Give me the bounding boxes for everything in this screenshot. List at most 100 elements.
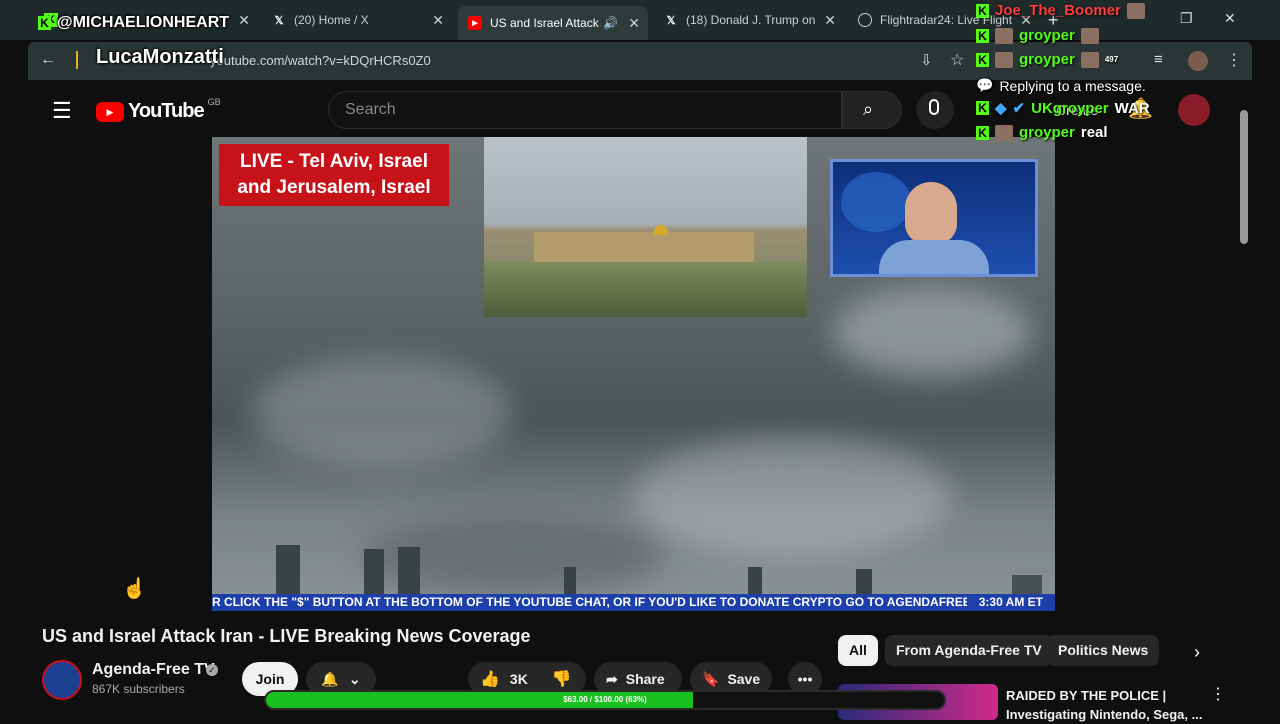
chevron-right-icon[interactable]: › bbox=[1194, 642, 1200, 663]
youtube-icon: ▶ bbox=[468, 16, 482, 30]
kick-logo-icon: K bbox=[38, 16, 51, 30]
old-city-wall bbox=[534, 232, 754, 262]
back-icon[interactable]: ← bbox=[40, 51, 56, 69]
save-label: Save bbox=[727, 671, 761, 687]
like-icon[interactable]: 👍 bbox=[480, 669, 500, 689]
channel-avatar[interactable] bbox=[42, 660, 82, 700]
overlay-handle-text: @MICHAELIONHEART bbox=[57, 14, 230, 31]
emote-count: 497 bbox=[1104, 55, 1119, 64]
emote-icon bbox=[1126, 2, 1145, 19]
hillside-trees bbox=[484, 262, 807, 317]
building-silhouette bbox=[856, 569, 872, 595]
kick-badge-icon: K bbox=[976, 52, 989, 67]
donation-goal-text: $63.00 / $100.00 (63%) bbox=[563, 695, 647, 704]
share-icon: ➦ bbox=[606, 670, 618, 687]
chat-text: WAR bbox=[1114, 99, 1150, 117]
tab-label: US and Israel Attack bbox=[490, 16, 599, 30]
building-silhouette bbox=[276, 545, 300, 595]
chat-message: K groyper real bbox=[976, 124, 1108, 141]
recommended-title[interactable]: RAIDED BY THE POLICE | Investigating Nin… bbox=[1006, 686, 1206, 724]
search-icon: ⌕ bbox=[863, 99, 874, 119]
browser-tab-x-home[interactable]: 𝕏 (20) Home / X ✕ bbox=[262, 6, 452, 34]
donation-goal-bar: $63.00 / $100.00 (63%) bbox=[264, 690, 946, 710]
user-badge-icon bbox=[995, 124, 1013, 141]
channel-name[interactable]: Agenda-Free TV bbox=[92, 661, 215, 679]
speaker-icon[interactable]: 🔊 bbox=[603, 16, 618, 30]
media-control-icon[interactable]: ≡ bbox=[1154, 51, 1163, 68]
chat-username: UKgroyper bbox=[1031, 99, 1109, 117]
chat-message: K Joe_The_Boomer bbox=[976, 2, 1145, 19]
overlay-handle: K @MICHAELIONHEART bbox=[38, 14, 229, 32]
bookmark-star-icon[interactable]: ☆ bbox=[950, 50, 964, 70]
hamburger-menu-icon[interactable]: ☰ bbox=[52, 98, 72, 124]
install-app-icon[interactable]: ⇩ bbox=[920, 51, 933, 69]
kick-badge-icon: K bbox=[976, 3, 989, 18]
region-code: GB bbox=[207, 96, 221, 107]
more-horizontal-icon: ••• bbox=[797, 671, 813, 687]
kick-badge-icon: K bbox=[976, 28, 989, 43]
like-count[interactable]: 3K bbox=[510, 671, 528, 687]
chip-all[interactable]: All bbox=[838, 635, 878, 666]
tab-label: (18) Donald J. Trump on bbox=[686, 13, 816, 27]
menu-kebab-icon[interactable]: ⋮ bbox=[1226, 50, 1242, 70]
profile-avatar[interactable] bbox=[1188, 51, 1208, 71]
verified-icon: ✓ bbox=[206, 664, 218, 676]
chat-message: K ◆ ✔ UKgroyper WAR bbox=[976, 99, 1150, 117]
chat-message: K groyper 497 bbox=[976, 51, 1118, 68]
bookmark-icon: 🔖 bbox=[702, 670, 720, 687]
chat-reply-notice: 💬 Replying to a message. bbox=[976, 77, 1146, 94]
reply-icon: 💬 bbox=[976, 77, 994, 93]
close-icon[interactable]: ✕ bbox=[432, 12, 444, 29]
news-ticker: R CLICK THE "$" BUTTON AT THE BOTTOM OF … bbox=[212, 594, 1055, 611]
building-silhouette bbox=[364, 549, 384, 595]
account-avatar[interactable] bbox=[1178, 94, 1210, 126]
world-map-graphic bbox=[841, 172, 911, 232]
tab-label: (20) Home / X bbox=[294, 13, 369, 27]
chat-username: groyper bbox=[1019, 27, 1075, 44]
microphone-icon bbox=[929, 99, 939, 115]
dislike-icon[interactable]: 👎 bbox=[552, 669, 572, 689]
extension-icon[interactable] bbox=[76, 51, 88, 69]
restore-window-icon[interactable]: ❐ bbox=[1180, 10, 1193, 27]
close-icon[interactable]: ✕ bbox=[628, 15, 640, 32]
browser-tab-youtube[interactable]: ▶ US and Israel Attack 🔊 ✕ bbox=[458, 6, 648, 40]
chat-username: groyper bbox=[1019, 51, 1075, 68]
chat-text: Replying to a message. bbox=[999, 77, 1146, 94]
chip-politics-news[interactable]: Politics News bbox=[1047, 635, 1160, 666]
chevron-down-icon: ⌄ bbox=[348, 670, 361, 687]
presenter-camera-inset bbox=[830, 159, 1038, 277]
voice-search-button[interactable] bbox=[916, 91, 954, 129]
recommended-menu-icon[interactable]: ⋮ bbox=[1210, 684, 1226, 704]
search-input[interactable]: Search bbox=[328, 91, 842, 129]
emote-icon bbox=[1080, 27, 1099, 44]
video-player[interactable]: LIVE - Tel Aviv, Israel and Jerusalem, I… bbox=[212, 137, 1055, 611]
chip-from-channel[interactable]: From Agenda-Free TV bbox=[885, 635, 1053, 666]
ticker-time: 3:30 AM ET bbox=[966, 594, 1055, 611]
share-label: Share bbox=[625, 671, 665, 687]
video-title: US and Israel Attack Iran - LIVE Breakin… bbox=[42, 626, 531, 646]
emote-icon bbox=[1080, 51, 1099, 68]
close-icon[interactable]: ✕ bbox=[824, 12, 836, 29]
jerusalem-camera-inset bbox=[484, 137, 807, 317]
building-silhouette bbox=[748, 567, 762, 595]
live-location-caption: LIVE - Tel Aviv, Israel and Jerusalem, I… bbox=[219, 144, 449, 206]
user-badge-icon bbox=[995, 51, 1013, 68]
url-field[interactable]: youtube.com/watch?v=kDQrHCRs0Z0 bbox=[210, 53, 431, 68]
close-icon[interactable]: ✕ bbox=[238, 12, 250, 29]
youtube-logo[interactable]: ▶ YouTube GB bbox=[96, 96, 221, 123]
page-scrollbar[interactable] bbox=[1240, 110, 1248, 244]
chat-username: Joe_The_Boomer bbox=[995, 2, 1121, 19]
user-badge-icon bbox=[995, 27, 1013, 44]
chat-username: groyper bbox=[1019, 124, 1075, 141]
building-silhouette bbox=[564, 567, 576, 595]
youtube-play-icon: ▶ bbox=[96, 101, 124, 122]
browser-tab-x-trump[interactable]: 𝕏 (18) Donald J. Trump on ✕ bbox=[654, 6, 844, 34]
bell-icon: 🔔 bbox=[321, 670, 339, 687]
streamer-name: LucaMonzatti bbox=[96, 46, 224, 68]
search-button[interactable]: ⌕ bbox=[842, 91, 902, 129]
close-window-icon[interactable]: ✕ bbox=[1224, 10, 1236, 27]
cube-badge-icon: ◆ bbox=[995, 100, 1007, 117]
mouse-cursor-icon: ☝ bbox=[122, 578, 147, 600]
youtube-wordmark: YouTube bbox=[128, 100, 205, 122]
x-icon: 𝕏 bbox=[274, 14, 284, 27]
